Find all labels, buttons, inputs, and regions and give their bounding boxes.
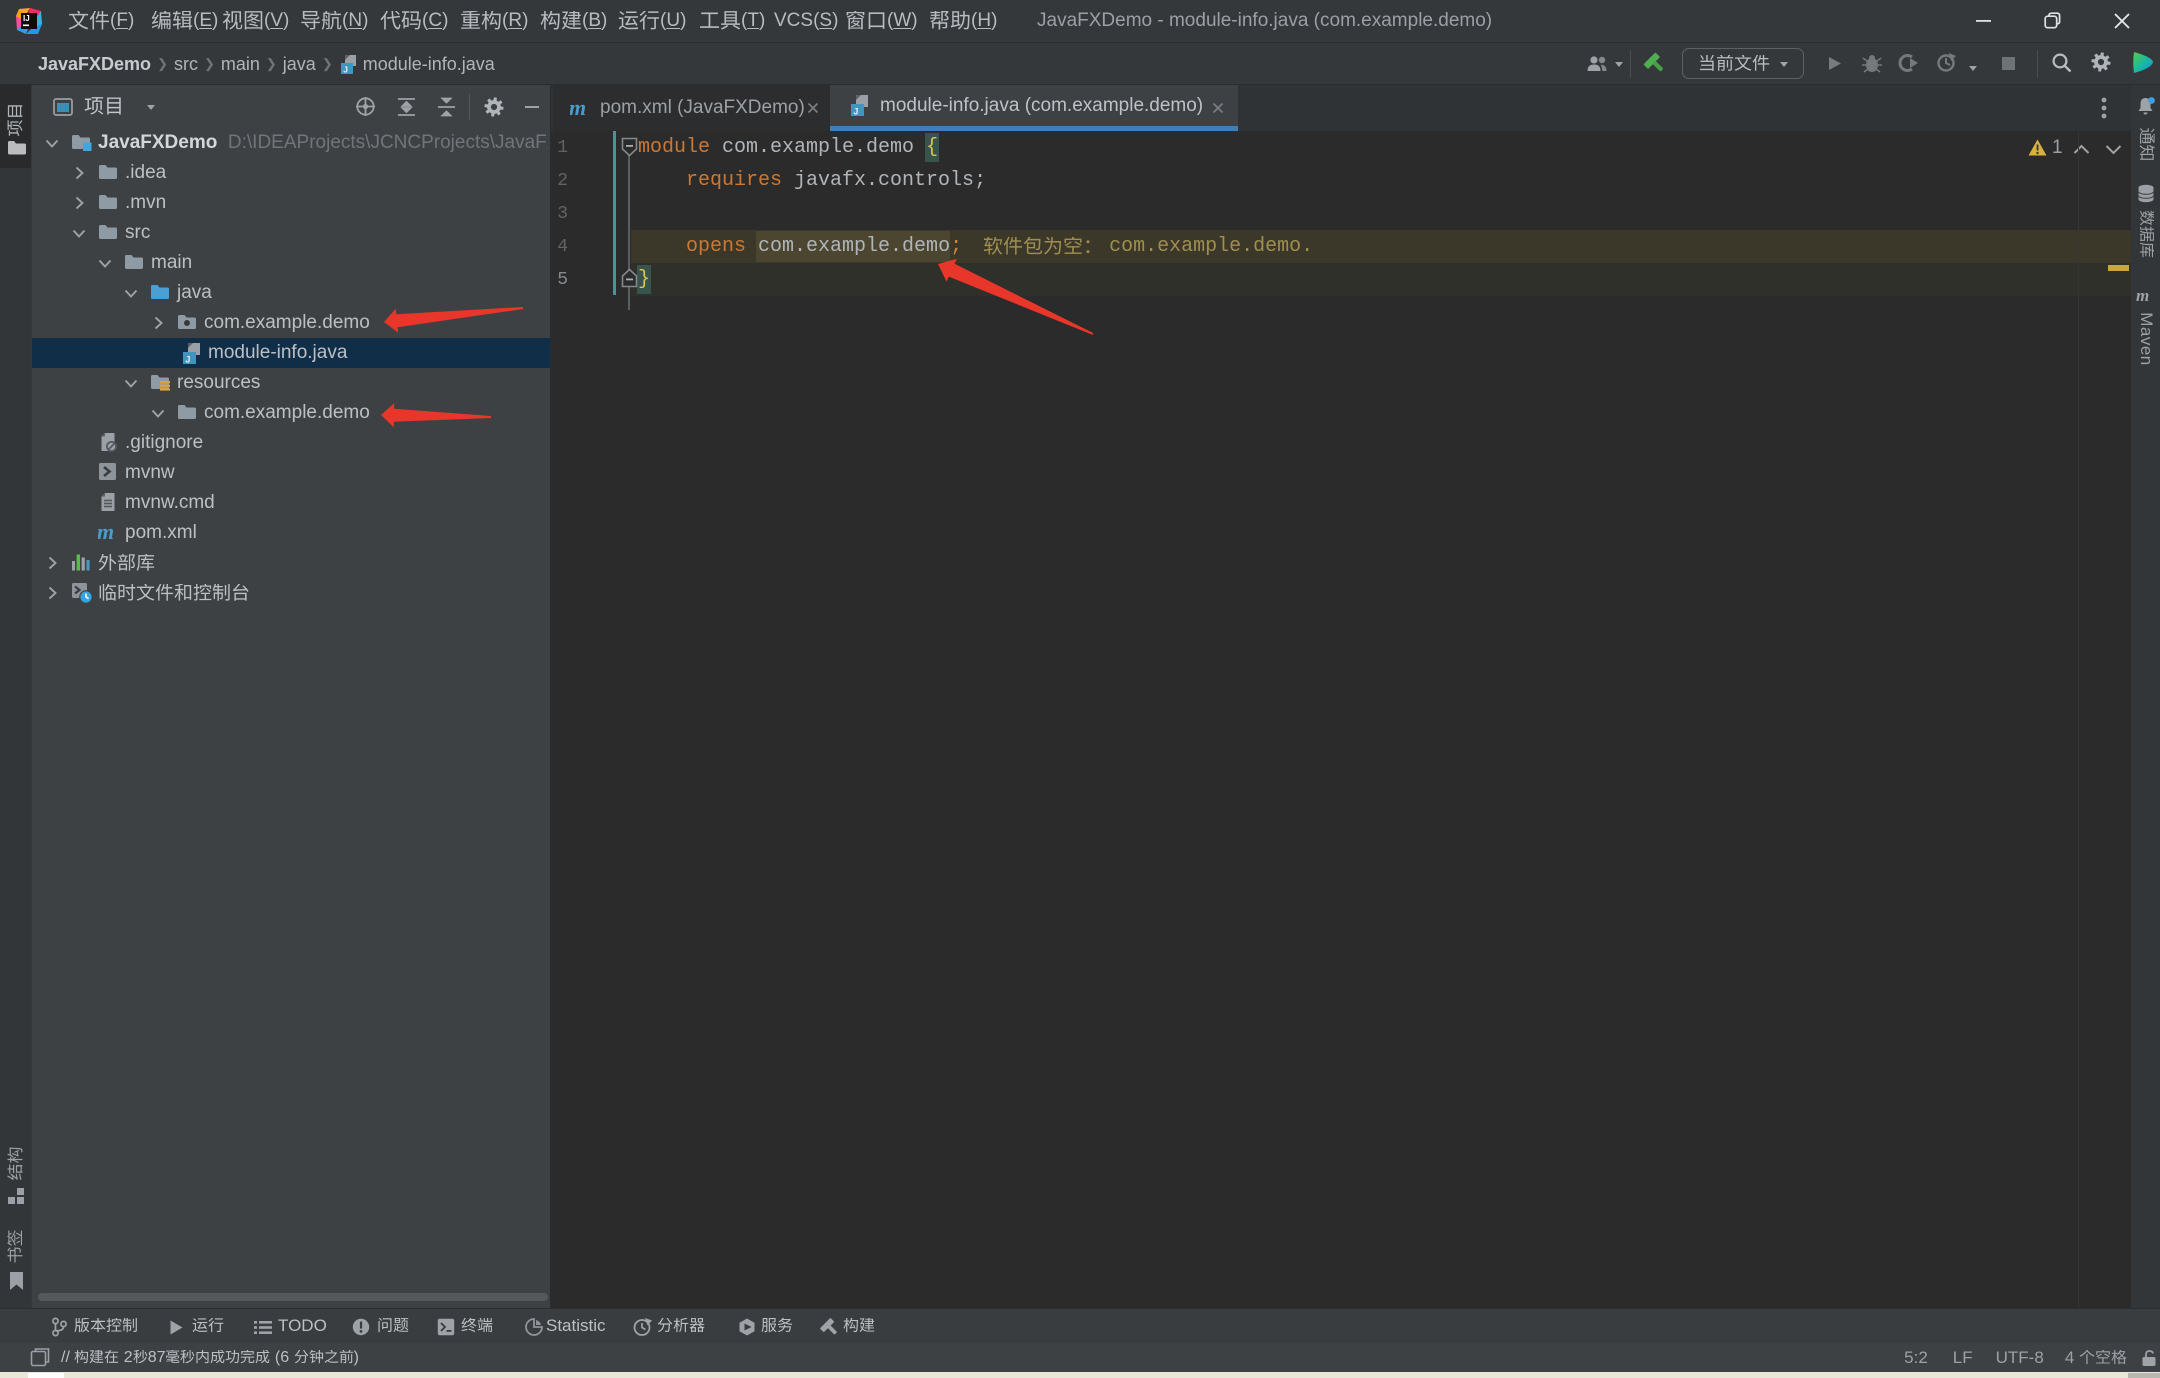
svg-text:J: J — [853, 107, 858, 117]
svg-text:m: m — [570, 98, 586, 119]
svg-text:IJ: IJ — [23, 14, 30, 23]
svg-text:m: m — [2136, 287, 2149, 303]
svg-text:J: J — [343, 64, 348, 74]
